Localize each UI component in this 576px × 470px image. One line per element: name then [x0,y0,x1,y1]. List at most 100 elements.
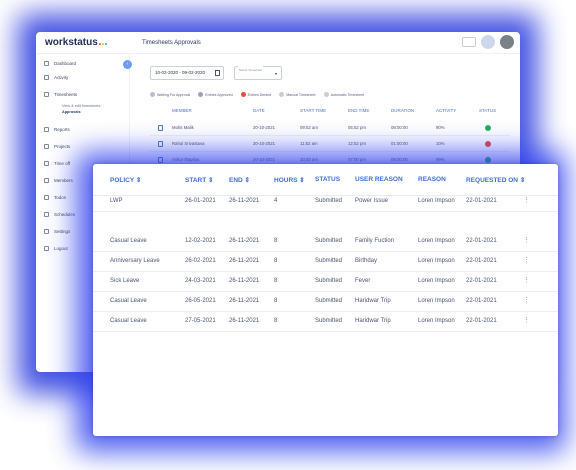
more-options-icon[interactable]: ⋮ [523,296,530,304]
date-range-picker[interactable]: 10-02-2020 - 09-02-2020 [150,66,224,80]
column-header-label: REASON [418,176,446,183]
start-cell: 26-01-2021 [185,198,216,204]
column-header[interactable]: MEMBER [172,108,192,113]
sidebar-item-label: Dashboard [54,61,77,66]
column-header-requested-on[interactable]: REQUESTED ON ⇕ [466,176,525,184]
avatar[interactable] [500,35,514,49]
todos-icon [44,195,49,200]
sidebar-item-projects[interactable]: Projects [36,141,130,152]
column-header[interactable]: END TIME [348,108,369,113]
notification-icon[interactable] [481,35,495,49]
top-bar: workstatus Timesheets Approvals [36,32,520,54]
timesheet-select[interactable]: Select TimesheetAll▾ [234,63,282,80]
table-row[interactable]: Rahul Srivastava 20-10-2021 11:52 am 12:… [150,136,510,152]
more-options-icon[interactable]: ⋮ [523,276,530,284]
table-row[interactable]: Casual Leave 26-05-2021 26-11-2021 8 Sub… [93,292,558,312]
start-cell: 12-02-2021 [185,238,216,244]
select-label: Select Timesheet [238,63,264,77]
more-options-icon[interactable]: ⋮ [523,316,530,324]
policy-cell: Casual Leave [110,298,147,304]
legend-label: Manual Timesheet [286,92,316,97]
timesheets-icon [44,92,49,97]
more-options-icon[interactable]: ⋮ [523,196,530,204]
end-cell: 26-11-2021 [229,278,260,284]
start-cell: 26-02-2021 [185,258,216,264]
legend: Waiting For Approval Entries Approved En… [150,92,364,97]
user-reason-cell: Fever [355,278,371,284]
start-cell: 27-05-2021 [185,318,216,324]
end-cell: 26-11-2021 [229,298,260,304]
column-header[interactable]: ACTIVITY [436,108,456,113]
sidebar-sub-view-edit[interactable]: View & edit timesheets [62,104,100,108]
reports-icon [44,127,49,132]
member-cell: Rahul Srivastava [172,141,205,146]
legend-item: Waiting For Approval [150,92,190,97]
timesheet-file-icon [158,141,163,147]
column-header-hours[interactable]: HOURS ⇕ [274,176,305,184]
sidebar-item-label: Timesheets [54,92,78,97]
requested-on-cell: 22-01-2021 [466,298,497,304]
more-options-icon[interactable]: ⋮ [523,236,530,244]
column-header[interactable]: STATUS [479,108,496,113]
filters: 10-02-2020 - 09-02-2020 Select Timesheet… [150,63,282,80]
legend-item: Manual Timesheet [279,92,316,97]
sidebar-item-label: Logout [54,246,68,251]
activity-cell: 90% [436,125,445,130]
legend-label: Waiting For Approval [157,92,191,97]
start-cell: 24-03-2021 [185,278,216,284]
sidebar-collapse-button[interactable]: ‹ [123,60,132,69]
column-header-label: STATUS [315,176,341,183]
start-cell: 09:52 am [300,125,318,130]
sidebar-item-label: Activity [54,75,69,80]
hours-cell: 8 [274,318,278,324]
column-header-label: END [229,177,243,184]
column-header-start[interactable]: START ⇕ [185,176,213,184]
status-cell: Submitted [315,238,343,244]
sidebar-item-label: Settings [54,229,71,234]
org-chart-icon[interactable] [462,37,476,47]
reason-cell: Loren Impson [418,238,455,244]
page-title: Timesheets Approvals [142,39,201,46]
date-range-value: 10-02-2020 - 09-02-2020 [155,70,206,75]
more-options-icon[interactable]: ⋮ [523,256,530,264]
user-reason-cell: Haridwar Trip [355,298,391,304]
sort-icon: ⇕ [135,177,142,184]
column-header-status[interactable]: STATUS [315,176,340,183]
table-row[interactable]: Mohit Malik 20-10-2021 09:52 am 05:52 pm… [150,120,510,136]
reason-cell: Loren Impson [418,278,455,284]
table-row[interactable]: Anniversary Leave 26-02-2021 26-11-2021 … [93,252,558,272]
timeoff-icon [44,161,49,166]
requested-on-cell: 22-01-2021 [466,238,497,244]
column-header-label: POLICY [110,177,135,184]
column-header-policy[interactable]: POLICY ⇕ [110,176,141,184]
reason-cell: Loren Impson [418,318,455,324]
column-header[interactable]: DURATION [391,108,414,113]
settings-icon [44,229,49,234]
requested-on-cell: 22-01-2021 [466,198,497,204]
start-cell: 26-05-2021 [185,298,216,304]
calendar-icon [215,70,220,76]
table-row[interactable]: Sick Leave 24-03-2021 26-11-2021 8 Submi… [93,272,558,292]
sidebar-item-timesheets[interactable]: Timesheets [36,89,130,100]
table-row[interactable]: LWP 26-01-2021 26-11-2021 4 Submitted Po… [93,192,558,212]
column-header-end[interactable]: END ⇕ [229,176,250,184]
table-row[interactable]: Casual Leave 27-05-2021 26-11-2021 8 Sub… [93,312,558,332]
column-header-user-reason[interactable]: USER REASON [355,176,403,183]
policy-cell: LWP [110,198,123,204]
column-header-reason[interactable]: REASON [418,176,446,183]
column-header[interactable]: DATE [253,108,265,113]
sidebar-item-reports[interactable]: Reports [36,124,130,135]
end-cell: 26-11-2021 [229,258,260,264]
hours-cell: 4 [274,198,278,204]
sidebar-item-activity[interactable]: Activity [36,72,130,83]
date-cell: 20-10-2021 [253,125,275,130]
logo: workstatus [36,37,142,48]
sidebar-item-label: Reports [54,127,70,132]
column-header[interactable]: START TIME [300,108,326,113]
sidebar-item-dashboard[interactable]: Dashboard [36,58,130,69]
requested-on-cell: 22-01-2021 [466,258,497,264]
sidebar-sub-approvals[interactable]: Approvals [62,110,81,114]
status-cell: Submitted [315,278,343,284]
table-row[interactable]: Casual Leave 12-02-2021 26-11-2021 8 Sub… [93,232,558,252]
status-cell: Submitted [315,318,343,324]
